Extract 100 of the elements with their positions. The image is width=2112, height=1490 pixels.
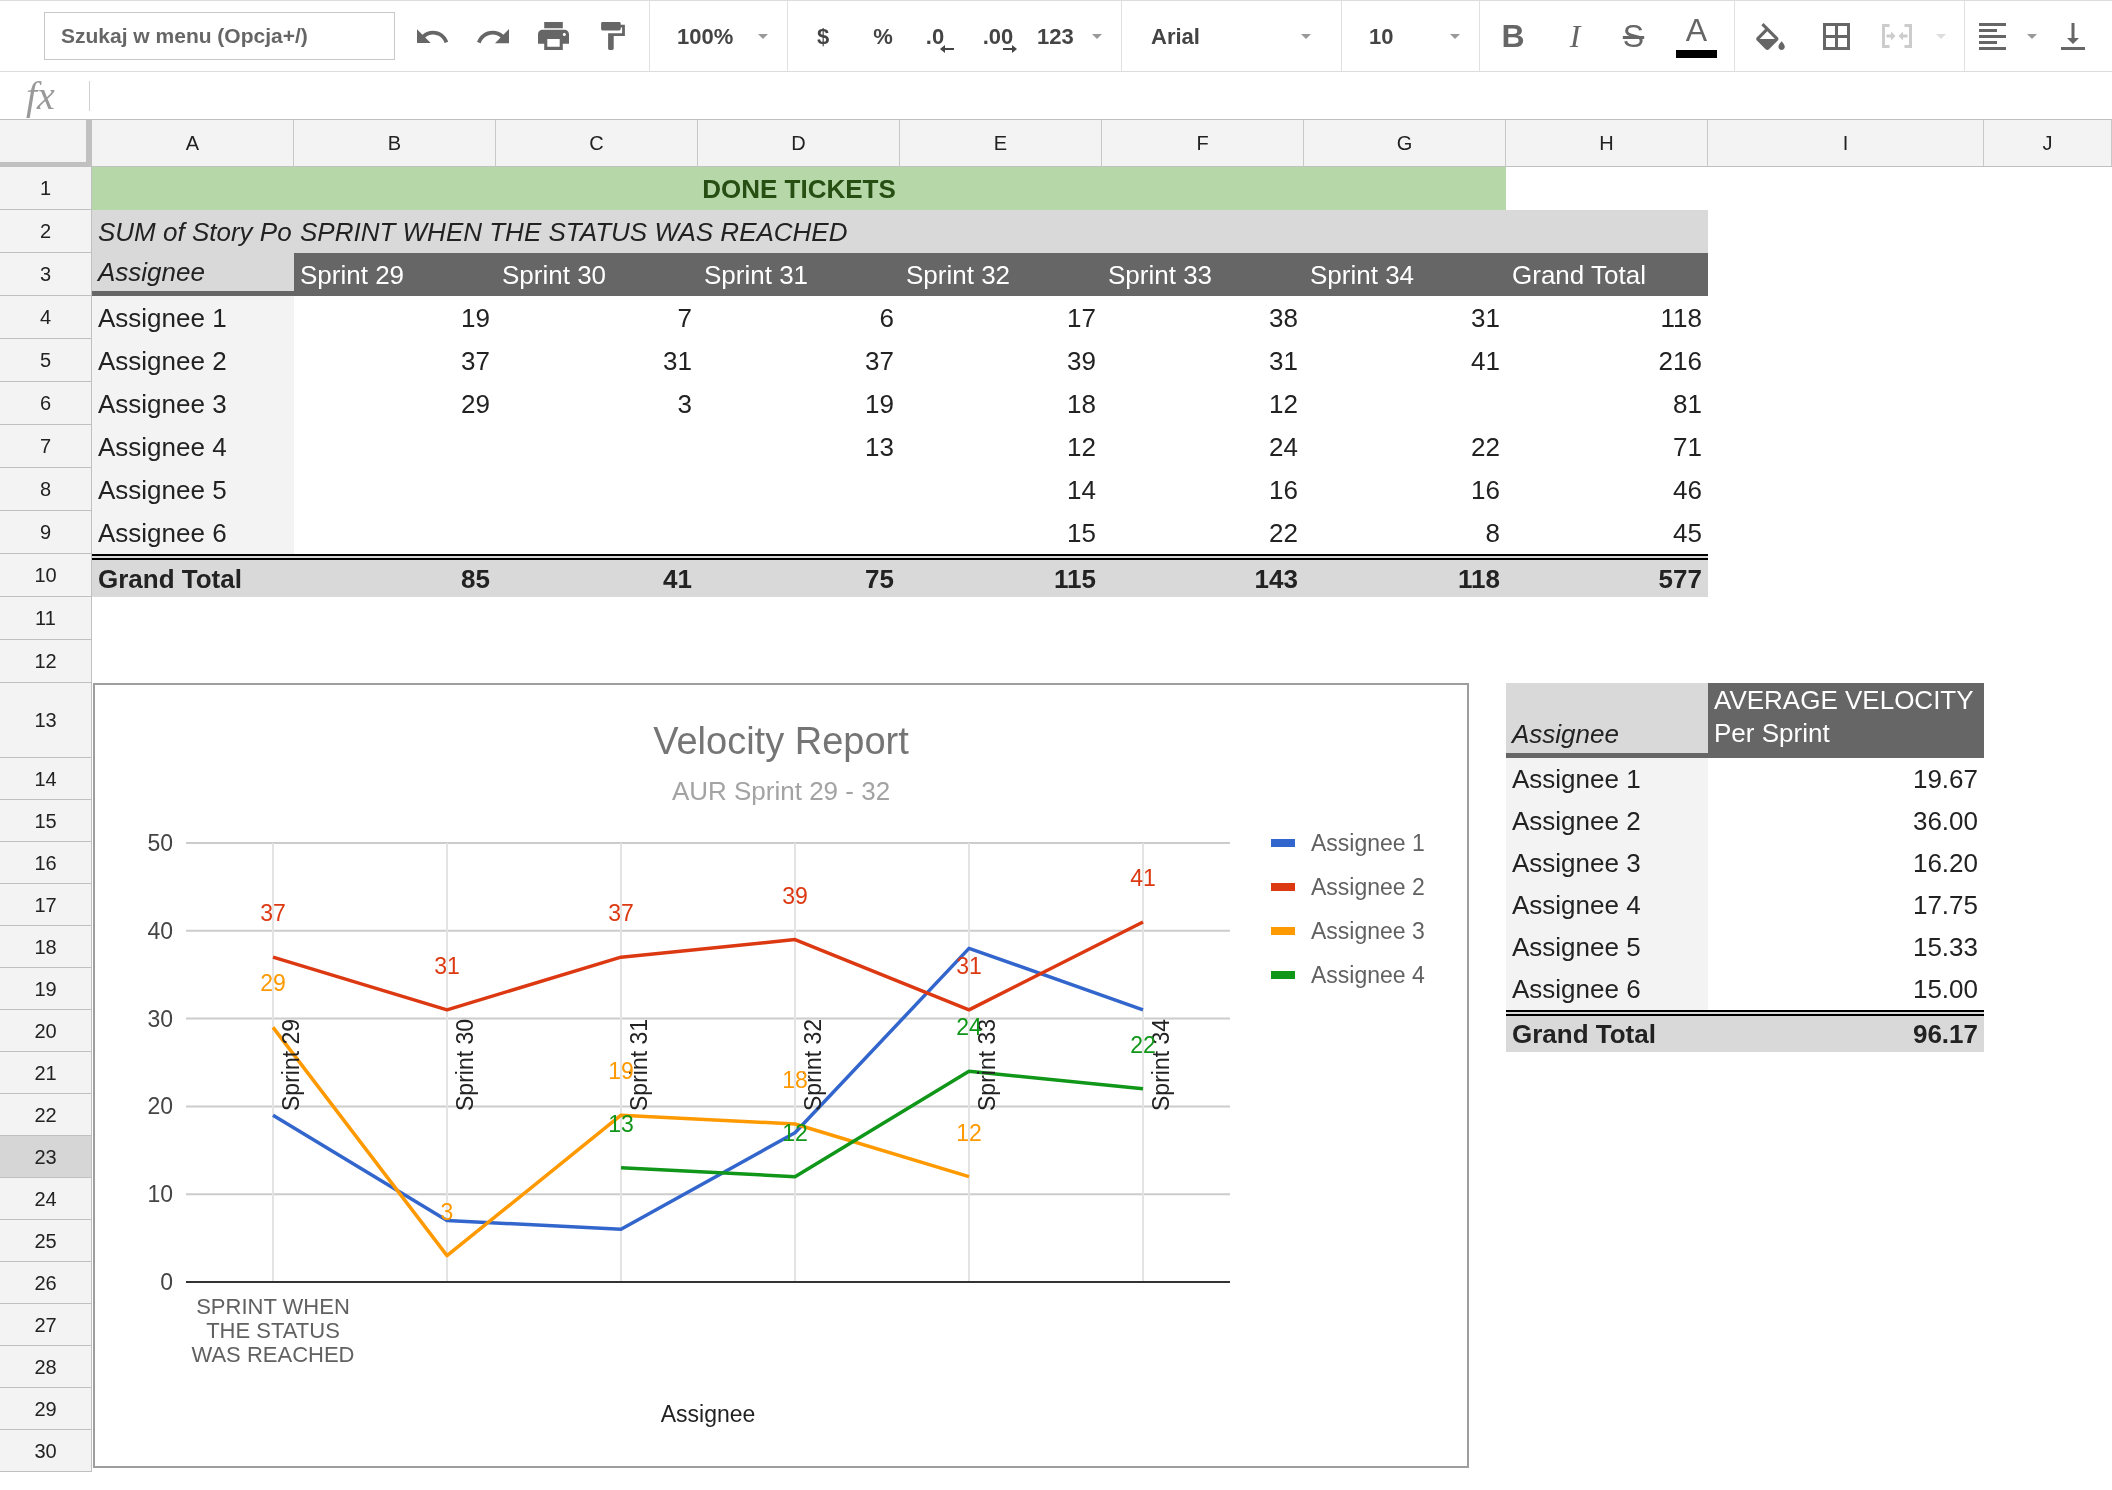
borders-icon[interactable] [1822,22,1850,50]
row-number[interactable]: 20 [0,1010,92,1052]
data-label: 13 [608,1110,634,1137]
data-label: 41 [1130,865,1156,891]
decrease-decimals-button[interactable]: .0 [908,1,962,71]
table-value: 19.67 [1912,764,1978,794]
data-label: 39 [782,882,808,909]
align-bottom-icon[interactable] [2061,22,2085,50]
row-number[interactable]: 17 [0,884,92,926]
color-bar-icon [1676,50,1717,58]
row-number[interactable]: 11 [0,597,92,640]
y-tick-label: 0 [160,1269,173,1295]
italic-button[interactable]: I [1546,1,1604,71]
row-number[interactable]: 6 [0,382,92,425]
legend-label: Assignee 1 [1311,830,1425,856]
row-number[interactable]: 18 [0,926,92,968]
row-number[interactable]: 22 [0,1094,92,1136]
row-number[interactable]: 4 [0,296,92,339]
row-number[interactable]: 12 [0,640,92,683]
table-value: 12 [1067,431,1096,462]
table-value: 8 [1485,517,1500,548]
row-number[interactable]: 7 [0,425,92,468]
print-icon[interactable] [537,22,569,50]
paint-roller-icon[interactable] [601,22,625,50]
row-number[interactable]: 30 [0,1430,92,1472]
table-value: 37 [865,345,894,376]
font-dropdown[interactable]: Arial [1122,1,1341,71]
row-number[interactable]: 2 [0,210,92,253]
table-value: 29 [461,388,490,419]
x-axis-title: Assignee [660,1401,756,1427]
row-number[interactable]: 15 [0,800,92,842]
row-number[interactable]: 19 [0,968,92,1010]
column-header: Sprint 30 [496,253,698,296]
row-number[interactable]: 25 [0,1220,92,1262]
bold-button[interactable]: B [1480,1,1546,71]
table-value: 16 [1471,474,1500,505]
zoom-dropdown[interactable]: 100% [650,1,787,71]
data-label: 37 [608,900,634,927]
function-label: fx [26,75,55,116]
column-header: Sprint 31 [698,253,900,296]
percent-button[interactable]: % [858,1,908,71]
axis-annotation: SPRINT WHEN THE STATUS WAS REACHED [190,1295,356,1367]
chart-subtitle: AUR Sprint 29 - 32 [671,776,891,806]
table-value: 45 [1673,517,1702,548]
table-value: 14 [1067,474,1096,505]
table-value: 19 [865,388,894,419]
table-value: 39 [1067,345,1096,376]
row-number[interactable]: 28 [0,1346,92,1388]
row-number[interactable]: 13 [0,683,92,758]
redo-icon[interactable] [477,28,509,44]
table-value: 216 [1658,345,1702,376]
currency-button[interactable]: $ [788,1,858,71]
total-value: 115 [900,554,1102,597]
column-header: Grand Total [1506,253,1708,296]
y-tick-label: 20 [147,1093,173,1120]
caret-icon [1092,33,1102,39]
table-value: 31 [1471,302,1500,333]
strikethrough-button[interactable]: S [1604,1,1663,71]
table-value: 118 [1660,302,1702,333]
y-tick-label: 30 [147,1005,173,1032]
row-number[interactable]: 27 [0,1304,92,1346]
x-tick-label: Sprint 29 [278,1018,304,1111]
row-number[interactable]: 9 [0,511,92,554]
search-field[interactable]: Szukaj w menu (Opcja+/) [44,12,395,60]
text-color-button[interactable]: A [1663,1,1730,71]
table-value: 16.20 [1912,848,1978,878]
row-number[interactable]: 24 [0,1178,92,1220]
table-value: 13 [865,431,894,462]
row-number[interactable]: 8 [0,468,92,511]
paint-bucket-icon[interactable] [1755,22,1785,50]
data-label: 12 [956,1119,982,1146]
row-number[interactable]: 23 [0,1136,92,1178]
align-left-icon[interactable] [1979,22,2006,50]
y-tick-label: 10 [147,1181,173,1208]
table-value: 15 [1067,517,1096,548]
row-number[interactable]: 5 [0,339,92,382]
number-format-dropdown[interactable]: 123 [1034,1,1121,71]
data-label: 3 [440,1198,454,1225]
row-number[interactable]: 14 [0,758,92,800]
row-label: Assignee 2 [1506,800,1708,842]
increase-decimals-button[interactable]: .00 [962,1,1034,71]
total-value: 143 [1102,554,1304,597]
table-value: 6 [879,302,894,333]
row-number[interactable]: 16 [0,842,92,884]
row-number[interactable]: 29 [0,1388,92,1430]
row-label: Assignee 2 [92,339,294,382]
row-number[interactable]: 3 [0,253,92,296]
caret-icon[interactable] [2027,33,2037,39]
table-value: 81 [1673,388,1702,419]
table-value: 22 [1471,431,1500,462]
row-number[interactable]: 10 [0,554,92,597]
row-label: Assignee 1 [92,296,294,339]
row-number[interactable]: 1 [0,167,92,210]
font-size-dropdown[interactable]: 10 [1342,1,1479,71]
row-number[interactable]: 21 [0,1052,92,1094]
table-value: 16 [1269,474,1298,505]
table-value: 7 [677,302,692,333]
row-number[interactable]: 26 [0,1262,92,1304]
column-header: Sprint 34 [1304,253,1506,296]
undo-icon[interactable] [417,28,449,44]
